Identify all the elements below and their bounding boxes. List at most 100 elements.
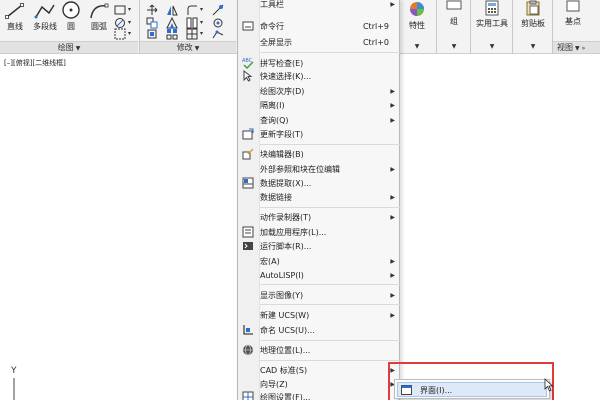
menu-item-block-editor[interactable]: 块编辑器(B)	[238, 147, 401, 161]
menu-item-label: 全屏显示	[260, 37, 292, 47]
menu-separator	[260, 340, 400, 341]
chevron-right-icon: ▶	[390, 87, 395, 95]
polyline-tool-button[interactable]: 多段线	[30, 2, 60, 32]
drafting-settings-icon	[242, 391, 254, 400]
trim-icon[interactable]	[166, 28, 178, 40]
draw-more-caret-2[interactable]: ▾	[128, 19, 131, 26]
menu-item-data-extraction[interactable]: 数据提取(X)...	[238, 176, 401, 190]
utilities-icon	[485, 0, 499, 16]
menu-item-shortcut: Ctrl+9	[362, 21, 389, 31]
menu-item-shortcut: Ctrl+0	[362, 37, 389, 47]
menu-item-geolocation[interactable]: 地理位置(L)...	[238, 343, 401, 357]
ellipse-icon[interactable]	[114, 28, 126, 40]
menu-item-run-script[interactable]: 运行脚本(R)...	[238, 239, 401, 253]
menu-item-xref-in-place-edit[interactable]: 外部参照和块在位编辑 ▶	[238, 162, 401, 176]
base-point-icon	[566, 0, 580, 12]
view-panel-label: 视图	[557, 43, 573, 52]
view-panel-footer[interactable]: 视图 ▼»	[553, 41, 600, 53]
draw-panel-footer[interactable]: 绘图 ▼	[0, 41, 138, 53]
viewport-controls[interactable]: [–][俯视][二维线框]	[4, 58, 66, 68]
interface-icon	[401, 385, 412, 395]
arc-icon	[90, 3, 109, 19]
menu-item-label: 更新字段(T)	[260, 129, 304, 139]
base-point-label: 基点	[565, 17, 581, 26]
named-ucs-icon	[242, 324, 254, 336]
block-editor-icon	[242, 148, 254, 160]
menu-item-wizards[interactable]: 向导(Z) ▶	[238, 377, 401, 391]
menu-item-label: 运行脚本(R)...	[260, 241, 312, 251]
modify-tools: ▾ ▾ ▾	[142, 0, 234, 40]
menu-item-action-recorder[interactable]: 动作录制器(T) ▶	[238, 210, 401, 224]
menu-item-draw-order[interactable]: 绘图次序(D) ▶	[238, 84, 401, 98]
chevron-right-icon: ▶	[390, 311, 395, 319]
utilities-group[interactable]: 实用工具 ▼	[472, 0, 512, 50]
erase-icon[interactable]	[212, 4, 224, 16]
menu-item-drafting-settings[interactable]: 绘图设置(F)...	[238, 390, 401, 400]
menu-separator	[260, 144, 400, 145]
menu-item-label: 显示图像(Y)	[260, 290, 304, 300]
draw-more-caret-3[interactable]: ▾	[128, 30, 131, 37]
menu-item-quick-select[interactable]: 快速选择(K)...	[238, 69, 401, 83]
menu-item-cad-standards[interactable]: CAD 标准(S) ▶	[238, 363, 401, 377]
menu-item-load-application[interactable]: 加载应用程序(L)...	[238, 225, 401, 239]
menu-item-label: 地理位置(L)...	[260, 345, 311, 355]
array-icon[interactable]	[186, 28, 198, 40]
mirror-icon[interactable]	[166, 4, 178, 16]
load-application-icon	[242, 226, 254, 238]
menu-item-macro[interactable]: 宏(A) ▶	[238, 254, 401, 268]
modify-panel-footer[interactable]: 修改 ▼	[140, 41, 236, 53]
modify-caret-3[interactable]: ▾	[200, 30, 203, 37]
rotate-icon[interactable]	[146, 28, 158, 40]
modify-caret[interactable]: ▾	[200, 6, 203, 13]
menu-separator	[260, 207, 400, 208]
arc-tool-button[interactable]: 圆弧	[86, 2, 112, 32]
menu-item-label: 绘图次序(D)	[260, 86, 305, 96]
polyline-icon	[34, 4, 55, 19]
offset-icon[interactable]	[212, 28, 224, 40]
group-label: 组	[450, 17, 458, 26]
line-tool-button[interactable]: 直线	[3, 2, 27, 32]
modify-panel-label: 修改	[176, 43, 193, 52]
chevron-right-icon: ▶	[390, 165, 395, 173]
chevron-right-icon: ▶	[390, 116, 395, 124]
menu-item-spell-check[interactable]: ABC 拼写检查(E)	[238, 56, 401, 70]
move-icon[interactable]	[146, 4, 158, 16]
update-field-icon	[242, 128, 254, 140]
submenu-item-interface[interactable]: 界面(I)...	[397, 382, 547, 397]
menu-item-label: 查询(Q)	[260, 115, 289, 125]
menu-item-label: 动作录制器(T)	[260, 212, 312, 222]
menu-item-isolate[interactable]: 隔离(I) ▶	[238, 98, 401, 112]
draw-more-caret[interactable]: ▾	[128, 6, 131, 13]
group-group[interactable]: 组 ▼	[440, 0, 468, 50]
menu-item-update-fields[interactable]: 更新字段(T)	[238, 127, 401, 141]
circle-tool-button[interactable]: 圆	[60, 0, 82, 32]
chevron-right-icon: ▶	[390, 257, 395, 265]
properties-label: 特性	[409, 21, 425, 30]
menu-item-display-image[interactable]: 显示图像(Y) ▶	[238, 288, 401, 302]
chevron-double-right-icon: »	[581, 45, 586, 52]
menu-item-label: 加载应用程序(L)...	[260, 227, 327, 237]
menu-item-command-line[interactable]: 命令行 Ctrl+9	[238, 19, 401, 33]
clipboard-group[interactable]: 剪贴板 ▼	[514, 0, 552, 50]
command-line-icon	[242, 20, 254, 32]
base-point-group[interactable]: 基点 ▼	[556, 0, 590, 50]
chevron-down-icon: ▼	[414, 43, 420, 50]
run-script-icon	[242, 240, 254, 252]
menu-item-autolisp[interactable]: AutoLISP(I) ▶	[238, 268, 401, 282]
menu-item-fullscreen[interactable]: 全屏显示 Ctrl+0	[238, 35, 401, 49]
draw-panel-label: 绘图	[57, 43, 74, 52]
menu-item-data-links[interactable]: 数据链接 ▶	[238, 190, 401, 204]
rectangle-icon[interactable]	[114, 4, 126, 16]
menu-item-label: 数据链接	[260, 192, 292, 202]
modify-caret-2[interactable]: ▾	[200, 19, 203, 26]
fillet-icon[interactable]	[186, 4, 198, 16]
menu-item-inquiry[interactable]: 查询(Q) ▶	[238, 113, 401, 127]
utilities-label: 实用工具	[476, 19, 508, 28]
menu-item-toolbars[interactable]: 工具栏 ▶	[238, 0, 401, 11]
clipboard-icon	[526, 0, 540, 16]
menu-item-named-ucs[interactable]: 命名 UCS(U)...	[238, 323, 401, 337]
menu-item-new-ucs[interactable]: 新建 UCS(W) ▶	[238, 308, 401, 322]
tools-dropdown-menu: 工具栏 ▶ 命令行 Ctrl+9 全屏显示 Ctrl+0 ABC 拼写检查(E)…	[237, 0, 400, 400]
arc-tool-label: 圆弧	[91, 22, 107, 31]
properties-group[interactable]: 特性 ▼	[400, 0, 434, 50]
